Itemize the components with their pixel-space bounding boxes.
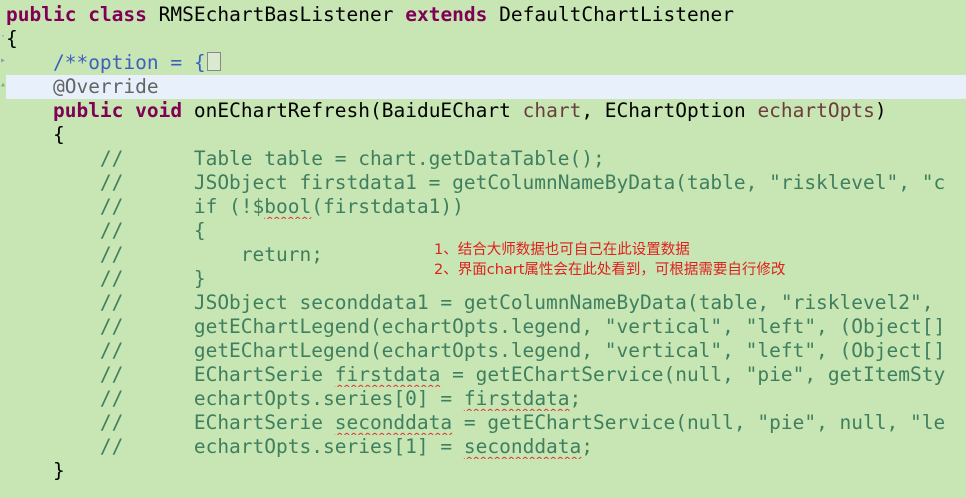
code-line-comment-10[interactable]: // EChartSerie firstdata = getEChartServ…	[6, 363, 966, 387]
comment-spellcheck-word: seconddata	[334, 411, 453, 434]
annotation-note-1: 1、结合大师数据也可自己在此设置数据	[434, 242, 690, 258]
comment-spellcheck-word: bool	[264, 195, 312, 218]
code-editor[interactable]: · ▸ ▴ public class RMSEchartBasListener …	[0, 0, 966, 498]
folded-block-icon[interactable]	[206, 52, 221, 71]
comment-line: // getEChartLegend(echartOpts.legend, "v…	[99, 339, 946, 362]
code-line-method-close[interactable]: }	[6, 459, 966, 483]
code-line-class-decl[interactable]: public class RMSEchartBasListener extend…	[6, 3, 966, 27]
paren-close: )	[874, 99, 887, 122]
code-line-open-brace[interactable]: {	[6, 27, 966, 51]
code-line-comment-7[interactable]: // JSObject seconddata1 = getColumnNameB…	[6, 291, 966, 315]
comment-spellcheck-word: seconddata	[463, 435, 582, 458]
comment-line-end: ;	[581, 435, 594, 458]
class-name: RMSEchartBasListener	[158, 3, 394, 26]
code-line-comment-11[interactable]: // echartOpts.series[0] = firstdata;	[6, 387, 966, 411]
code-line-comment-8[interactable]: // getEChartLegend(echartOpts.legend, "v…	[6, 315, 966, 339]
keyword-void: void	[135, 99, 183, 122]
comment-line: // }	[99, 267, 206, 290]
code-line-comment-2[interactable]: // JSObject firstdata1 = getColumnNameBy…	[6, 171, 966, 195]
comment-line: // echartOpts.series[0] =	[99, 387, 464, 410]
param-separator: , EChartOption	[581, 99, 758, 122]
code-line-comment-1[interactable]: // Table table = chart.getDataTable();	[6, 147, 966, 171]
comment-line-end: = getEChartService(null, "pie", null, "l…	[452, 411, 946, 434]
comment-line-end: ;	[569, 387, 582, 410]
comment-line: // echartOpts.series[1] =	[99, 435, 464, 458]
keyword-extends: extends	[405, 3, 488, 26]
comment-line: // JSObject firstdata1 = getColumnNameBy…	[99, 171, 946, 194]
code-line-javadoc[interactable]: /**option = {	[6, 51, 966, 75]
comment-line: // {	[99, 219, 206, 242]
comment-spellcheck-word: firstdata	[334, 363, 441, 386]
fold-marker-icon[interactable]: ▸	[0, 56, 6, 66]
method-brace-close: }	[52, 459, 65, 482]
comment-line: // EChartSerie	[99, 363, 335, 386]
code-line-method-open[interactable]: {	[6, 123, 966, 147]
comment-line-end: (firstdata1))	[311, 195, 464, 218]
comment-line: // EChartSerie	[99, 411, 335, 434]
param-echartOpts: echartOpts	[757, 99, 875, 122]
keyword-public-method: public	[52, 99, 124, 122]
breakpoint-marker-icon: ·	[0, 31, 7, 42]
param-chart: chart	[522, 99, 582, 122]
comment-spellcheck-word: firstdata	[463, 387, 570, 410]
code-line-comment-9[interactable]: // getEChartLegend(echartOpts.legend, "v…	[6, 339, 966, 363]
comment-line: // Table table = chart.getDataTable();	[99, 147, 605, 170]
comment-line: // if (!$	[99, 195, 265, 218]
comment-line: // getEChartLegend(echartOpts.legend, "v…	[99, 315, 946, 338]
keyword-class: class	[88, 3, 147, 26]
brace: {	[6, 27, 18, 50]
override-marker-icon: ▴	[0, 79, 7, 90]
keyword-public: public	[6, 3, 77, 26]
comment-line-end: = getEChartService(null, "pie", getItemS…	[440, 363, 946, 386]
method-signature-start: onEChartRefresh(BaiduEChart	[193, 99, 523, 122]
method-brace-open: {	[52, 123, 65, 146]
comment-line: // return;	[99, 243, 323, 266]
override-annotation: @Override	[52, 75, 159, 98]
parent-class-name: DefaultChartListener	[499, 3, 734, 26]
code-line-comment-13[interactable]: // echartOpts.series[1] = seconddata;	[6, 435, 966, 459]
comment-line: // JSObject seconddata1 = getColumnNameB…	[99, 291, 934, 314]
javadoc-comment: /**option = {	[52, 51, 206, 74]
code-line-method-decl[interactable]: public void onEChartRefresh(BaiduEChart …	[6, 99, 966, 123]
code-line-comment-3[interactable]: // if (!$bool(firstdata1))	[6, 195, 966, 219]
code-line-annotation-current[interactable]: @Override	[6, 75, 966, 99]
code-line-comment-12[interactable]: // EChartSerie seconddata = getEChartSer…	[6, 411, 966, 435]
annotation-note-2: 2、界面chart属性会在此处看到，可根据需要自行修改	[434, 262, 786, 278]
